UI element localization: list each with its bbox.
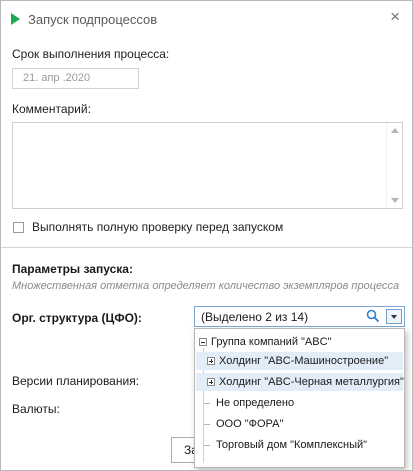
comment-label: Комментарий: — [12, 102, 91, 116]
expand-icon[interactable] — [207, 378, 215, 386]
tree-item-holding-machine[interactable]: Холдинг "ABC-Машиностроение" — [196, 352, 403, 370]
collapse-icon[interactable] — [199, 338, 207, 346]
tree-item-undefined[interactable]: Не определено — [196, 394, 403, 412]
scroll-up-icon[interactable] — [391, 128, 399, 133]
tree-item-label: ООО "ФОРА" — [216, 418, 284, 430]
full-check-checkbox[interactable] — [13, 222, 24, 233]
close-button[interactable]: × — [390, 8, 400, 26]
params-hint: Множественная отметка определяет количес… — [12, 280, 400, 292]
org-structure-value: (Выделено 2 из 14) — [201, 310, 309, 324]
org-structure-dropdown: Группа компаний "ABC" Холдинг "ABC-Машин… — [194, 328, 405, 468]
deadline-date-field[interactable]: 21. апр .2020 — [12, 68, 139, 89]
currencies-label: Валюты: — [12, 402, 60, 416]
full-check-label[interactable]: Выполнять полную проверку перед запуском — [32, 220, 283, 234]
tree-item-holding-metallurgy[interactable]: Холдинг "ABC-Черная металлургия" — [196, 373, 404, 391]
title-bar: Запуск подпроцессов — [11, 10, 157, 28]
chevron-down-icon — [391, 315, 397, 319]
tree-branch-line — [204, 423, 210, 425]
scroll-down-icon[interactable] — [391, 198, 399, 203]
tree-item-group-abc[interactable]: Группа компаний "ABC" — [196, 333, 403, 351]
deadline-label: Срок выполнения процесса: — [12, 47, 170, 61]
tree-branch-line — [204, 402, 210, 404]
tree-item-trade-house[interactable]: Торговый дом "Комплексный" — [196, 436, 403, 454]
section-divider — [1, 247, 412, 248]
tree-item-label: Группа компаний "ABC" — [211, 336, 332, 348]
window-title: Запуск подпроцессов — [28, 11, 158, 27]
tree-item-label: Не определено — [216, 397, 295, 409]
comment-textarea[interactable] — [12, 122, 403, 209]
tree-branch-line — [204, 444, 210, 446]
tree-item-label: Холдинг "ABC-Черная металлургия" — [219, 376, 404, 388]
expand-icon[interactable] — [207, 357, 215, 365]
play-icon — [11, 13, 20, 25]
tree-item-label: Холдинг "ABC-Машиностроение" — [219, 355, 389, 367]
tree-item-label: Торговый дом "Комплексный" — [216, 439, 368, 451]
org-structure-label: Орг. структура (ЦФО): — [12, 311, 142, 325]
search-icon[interactable] — [366, 309, 380, 323]
launch-subprocess-dialog: Запуск подпроцессов × Срок выполнения пр… — [0, 0, 413, 471]
tree-item-fora[interactable]: ООО "ФОРА" — [196, 415, 403, 433]
params-title: Параметры запуска: — [12, 262, 133, 276]
comment-scrollbar[interactable] — [386, 123, 402, 208]
dropdown-toggle-button[interactable] — [386, 309, 402, 324]
org-structure-combobox[interactable]: (Выделено 2 из 14) — [194, 306, 405, 327]
versions-label: Версии планирования: — [12, 374, 140, 388]
